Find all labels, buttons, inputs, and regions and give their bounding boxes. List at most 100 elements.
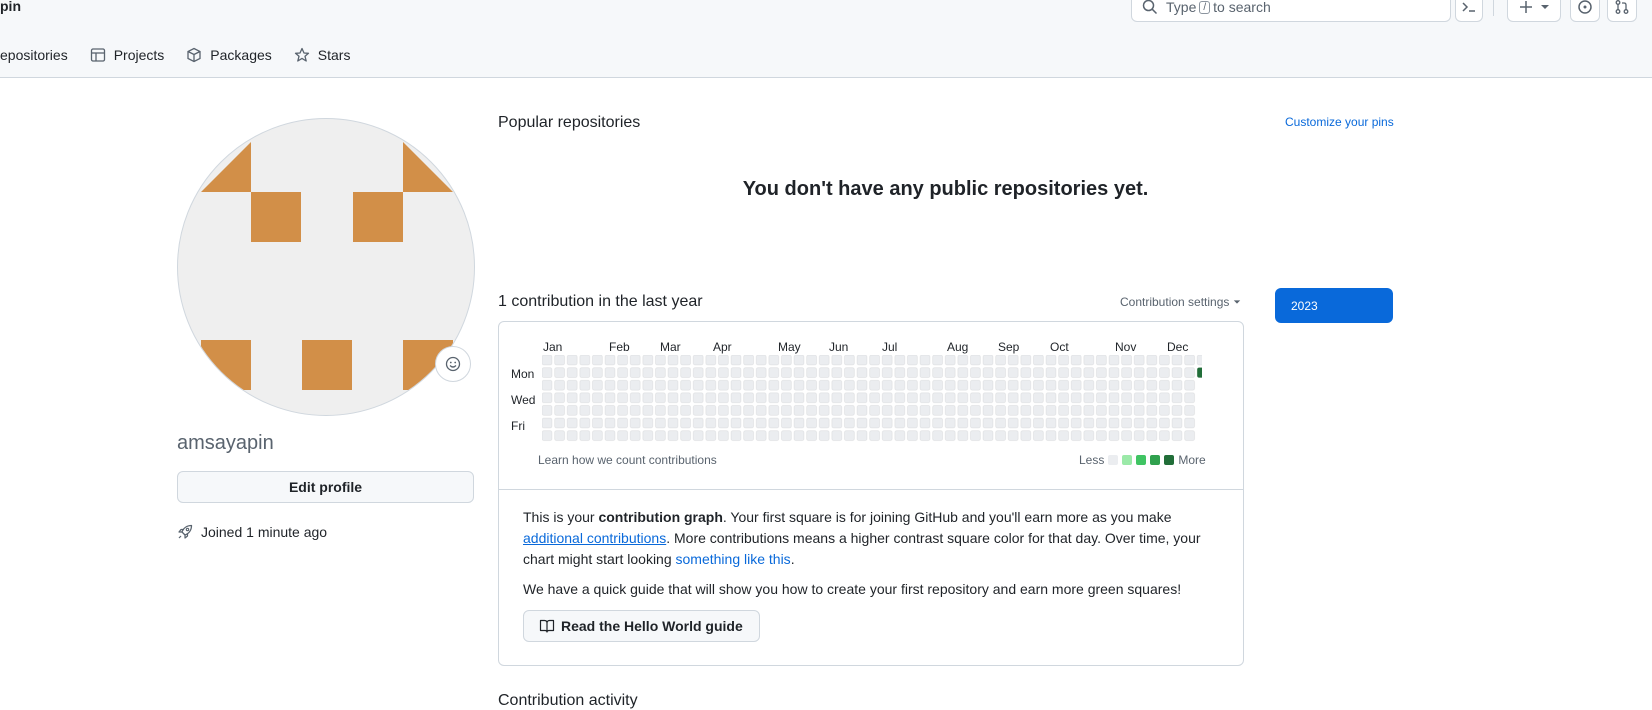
- contribution-cell[interactable]: [869, 417, 881, 429]
- contribution-cell[interactable]: [554, 430, 566, 442]
- contribution-cell[interactable]: [780, 379, 792, 391]
- contribution-cell[interactable]: [843, 392, 855, 404]
- contribution-cell[interactable]: [1083, 367, 1095, 379]
- contribution-cell[interactable]: [906, 392, 918, 404]
- contribution-cell[interactable]: [919, 355, 931, 366]
- contribution-cell[interactable]: [793, 379, 805, 391]
- year-2023-button[interactable]: 2023: [1275, 288, 1393, 323]
- contribution-cell[interactable]: [1184, 417, 1196, 429]
- contribution-cell[interactable]: [692, 392, 704, 404]
- contribution-cell[interactable]: [856, 417, 868, 429]
- contribution-cell[interactable]: [617, 430, 629, 442]
- contribution-cell[interactable]: [982, 355, 994, 366]
- contribution-cell[interactable]: [629, 355, 641, 366]
- contribution-cell[interactable]: [793, 417, 805, 429]
- contribution-cell[interactable]: [843, 430, 855, 442]
- contribution-cell[interactable]: [894, 367, 906, 379]
- tab-repositories[interactable]: epositories: [0, 47, 68, 63]
- contribution-cell[interactable]: [932, 355, 944, 366]
- contribution-cell[interactable]: [579, 417, 591, 429]
- contribution-cell[interactable]: [793, 392, 805, 404]
- contribution-cell[interactable]: [1058, 379, 1070, 391]
- contribution-cell[interactable]: [566, 379, 578, 391]
- contribution-cell[interactable]: [717, 417, 729, 429]
- contribution-cell[interactable]: [906, 417, 918, 429]
- contribution-cell[interactable]: [591, 355, 603, 366]
- contribution-cell[interactable]: [617, 355, 629, 366]
- contribution-cell[interactable]: [692, 367, 704, 379]
- contribution-cell[interactable]: [654, 417, 666, 429]
- contribution-cell[interactable]: [932, 392, 944, 404]
- contribution-cell[interactable]: [806, 392, 818, 404]
- contribution-cell[interactable]: [1095, 417, 1107, 429]
- contribution-cell[interactable]: [1070, 430, 1082, 442]
- contribution-cell[interactable]: [542, 430, 553, 442]
- contribution-cell[interactable]: [818, 417, 830, 429]
- tab-projects[interactable]: Projects: [90, 47, 164, 63]
- contribution-cell[interactable]: [579, 430, 591, 442]
- contribution-cell[interactable]: [856, 392, 868, 404]
- contribution-cell[interactable]: [692, 379, 704, 391]
- contribution-cell[interactable]: [1020, 430, 1032, 442]
- contribution-cell[interactable]: [1158, 355, 1170, 366]
- contribution-cell[interactable]: [717, 367, 729, 379]
- contribution-cell[interactable]: [969, 355, 981, 366]
- contribution-cell[interactable]: [919, 430, 931, 442]
- contribution-cell[interactable]: [1007, 392, 1019, 404]
- contribution-cell[interactable]: [680, 355, 692, 366]
- contribution-cell[interactable]: [1045, 379, 1057, 391]
- contribution-cell[interactable]: [1133, 430, 1145, 442]
- contribution-cell[interactable]: [894, 392, 906, 404]
- contribution-cell[interactable]: [755, 379, 767, 391]
- contribution-cell[interactable]: [1083, 430, 1095, 442]
- contribution-cell[interactable]: [1108, 392, 1120, 404]
- contribution-cell[interactable]: [705, 355, 717, 366]
- contribution-cell[interactable]: [894, 430, 906, 442]
- contribution-cell[interactable]: [944, 392, 956, 404]
- contribution-cell[interactable]: [667, 367, 679, 379]
- contribution-cell[interactable]: [932, 404, 944, 416]
- contribution-cell[interactable]: [768, 404, 780, 416]
- contribution-cell[interactable]: [906, 367, 918, 379]
- contribution-cell[interactable]: [818, 430, 830, 442]
- contribution-cell[interactable]: [894, 379, 906, 391]
- contribution-cell[interactable]: [554, 379, 566, 391]
- contribution-cell[interactable]: [831, 355, 843, 366]
- contribution-cell[interactable]: [944, 404, 956, 416]
- contribution-cell[interactable]: [617, 379, 629, 391]
- contribution-cell[interactable]: [692, 355, 704, 366]
- contribution-cell[interactable]: [1146, 404, 1158, 416]
- contribution-cell[interactable]: [1083, 355, 1095, 366]
- contribution-cell[interactable]: [1121, 355, 1133, 366]
- contribution-cell[interactable]: [629, 430, 641, 442]
- contribution-cell[interactable]: [629, 367, 641, 379]
- contribution-cell[interactable]: [995, 392, 1007, 404]
- contribution-cell[interactable]: [869, 379, 881, 391]
- command-palette-button[interactable]: [1455, 0, 1483, 22]
- contribution-cell[interactable]: [1058, 392, 1070, 404]
- contribution-cell[interactable]: [881, 404, 893, 416]
- contribution-cell[interactable]: [743, 430, 755, 442]
- contribution-cell[interactable]: [818, 355, 830, 366]
- contribution-cell[interactable]: [566, 392, 578, 404]
- contribution-cell[interactable]: [1133, 392, 1145, 404]
- contribution-settings-dropdown[interactable]: Contribution settings: [1120, 295, 1241, 309]
- contribution-cell[interactable]: [818, 379, 830, 391]
- contribution-cell[interactable]: [604, 355, 616, 366]
- contribution-cell[interactable]: [957, 417, 969, 429]
- contribution-cell[interactable]: [919, 392, 931, 404]
- contribution-cell[interactable]: [944, 417, 956, 429]
- contribution-cell[interactable]: [717, 430, 729, 442]
- contribution-cell[interactable]: [1020, 367, 1032, 379]
- contribution-cell[interactable]: [982, 379, 994, 391]
- set-status-button[interactable]: [435, 346, 471, 382]
- contribution-cell[interactable]: [617, 417, 629, 429]
- contribution-cell[interactable]: [894, 404, 906, 416]
- contribution-cell[interactable]: [1108, 367, 1120, 379]
- contribution-cell[interactable]: [1045, 404, 1057, 416]
- contribution-cell[interactable]: [768, 367, 780, 379]
- contribution-cell[interactable]: [768, 355, 780, 366]
- contribution-cell[interactable]: [768, 430, 780, 442]
- search-input[interactable]: Type / to search: [1131, 0, 1451, 22]
- contribution-cell[interactable]: [818, 367, 830, 379]
